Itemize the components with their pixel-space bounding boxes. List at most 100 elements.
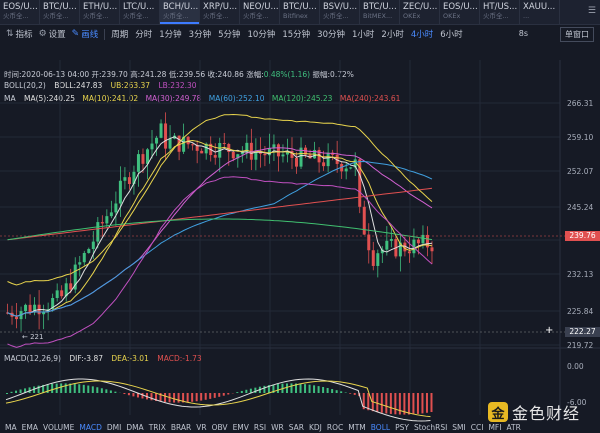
symbol-tab[interactable]: BTC/U... Bitfinex bbox=[280, 0, 320, 24]
indicator-tab[interactable]: DMI bbox=[107, 423, 121, 433]
indicator-tab[interactable]: ATR bbox=[506, 423, 520, 433]
indicator-tab[interactable]: BOLL bbox=[371, 423, 390, 433]
indicator-tab[interactable]: StochRSI bbox=[414, 423, 447, 433]
indicator-bar: MA EMA VOLUME MACD DMI DMA TRIX BRAR VR OBV EMV RSI… bbox=[0, 423, 600, 433]
macd-bar bbox=[371, 393, 374, 412]
tab-exchange: 火币全... bbox=[243, 12, 269, 20]
macd-bar bbox=[204, 393, 207, 400]
tab-exchange: 火币全... bbox=[483, 12, 509, 20]
candle-body bbox=[335, 154, 339, 164]
candle-body bbox=[164, 123, 168, 149]
indicator-tab[interactable]: MFI bbox=[488, 423, 501, 433]
macd-bar bbox=[430, 393, 433, 412]
indicator-tab[interactable]: TRIX bbox=[149, 423, 166, 433]
macd-bar bbox=[87, 385, 90, 393]
macd-bar bbox=[15, 390, 18, 393]
indicator-button[interactable]: ⇅ 指标 bbox=[6, 28, 33, 40]
price-tick: 245.24 bbox=[567, 203, 594, 212]
interval-7[interactable]: 1小时 bbox=[352, 28, 374, 40]
gear-icon: ⚙ bbox=[38, 29, 47, 39]
macd-bar bbox=[326, 387, 329, 393]
indicator-tab[interactable]: BRAR bbox=[171, 423, 191, 433]
macd-bar bbox=[290, 383, 293, 393]
symbol-tab[interactable]: EOS/U... OKEx bbox=[440, 0, 480, 24]
macd-bar bbox=[258, 386, 261, 393]
candle-body bbox=[127, 177, 131, 184]
indicator-tab[interactable]: PSY bbox=[395, 423, 409, 433]
symbol-tab[interactable]: BCH/U... 火币全... bbox=[160, 0, 200, 24]
symbol-tab[interactable]: ZEC/U... OKEx bbox=[400, 0, 440, 24]
speed-button[interactable]: 8s bbox=[519, 29, 528, 38]
symbol-tab[interactable]: BTC/U... 火币全... bbox=[40, 0, 80, 24]
tab-symbol: BTC/U... bbox=[283, 2, 317, 12]
symbol-tab[interactable]: BSV/U... 火币全... bbox=[320, 0, 360, 24]
ma-legend: MA MA(5):240.25 MA(10):241.02 MA(30):249… bbox=[4, 94, 401, 103]
candle-body bbox=[15, 316, 19, 320]
candle-body bbox=[82, 252, 86, 263]
symbol-tab[interactable]: NEO/U... 火币全... bbox=[240, 0, 280, 24]
indicator-tab[interactable]: MACD bbox=[79, 423, 101, 433]
indicator-tab[interactable]: WR bbox=[271, 423, 284, 433]
symbol-tab[interactable]: EOS/U... 火币全... bbox=[0, 0, 40, 24]
window-select[interactable]: 单窗口 bbox=[560, 27, 594, 42]
indicator-tab[interactable]: OBV bbox=[212, 423, 228, 433]
macd-bar bbox=[407, 393, 410, 415]
symbol-tab[interactable]: XAUU...... bbox=[520, 0, 560, 24]
candle-body bbox=[186, 136, 190, 145]
tab-exchange: 火币全... bbox=[3, 12, 29, 20]
draw-button[interactable]: ✎ 画线 bbox=[72, 28, 99, 40]
macd-bar bbox=[340, 391, 343, 393]
macd-bar bbox=[78, 384, 81, 393]
candle-body bbox=[304, 147, 308, 155]
indicator-tab[interactable]: DMA bbox=[126, 423, 143, 433]
candle-body bbox=[182, 136, 186, 152]
tab-exchange: 火币全... bbox=[163, 12, 189, 20]
candle-body bbox=[240, 151, 244, 155]
indicator-tab[interactable]: MTM bbox=[348, 423, 366, 433]
indicator-tab[interactable]: EMA bbox=[22, 423, 38, 433]
candlestick-chart[interactable] bbox=[0, 0, 600, 433]
interval-6[interactable]: 30分钟 bbox=[317, 28, 345, 40]
candle-body bbox=[425, 234, 429, 248]
symbol-tab[interactable]: LTC/U... 火币全... bbox=[120, 0, 160, 24]
symbol-tab[interactable]: HT/US... 火币全... bbox=[480, 0, 520, 24]
macd-bar bbox=[295, 383, 298, 393]
tab-symbol: HT/US... bbox=[483, 2, 518, 12]
indicator-tab[interactable]: RSI bbox=[254, 423, 266, 433]
indicator-tab[interactable]: SAR bbox=[289, 423, 304, 433]
symbol-tab[interactable]: BTC/U... BitMEX... bbox=[360, 0, 400, 24]
tab-symbol: EOS/U... bbox=[3, 2, 38, 12]
interval-1[interactable]: 1分钟 bbox=[159, 28, 181, 40]
macd-bar bbox=[60, 383, 63, 393]
indicator-tab[interactable]: CCI bbox=[471, 423, 484, 433]
candle-body bbox=[349, 167, 353, 169]
macd-bar bbox=[82, 384, 85, 393]
indicator-tab[interactable]: EMV bbox=[233, 423, 249, 433]
symbol-tab[interactable]: XRP/U... 火币全... bbox=[200, 0, 240, 24]
interval-5[interactable]: 15分钟 bbox=[282, 28, 310, 40]
indicator-tab[interactable]: ROC bbox=[327, 423, 343, 433]
interval-0[interactable]: 分时 bbox=[135, 28, 152, 40]
indicator-tab[interactable]: VR bbox=[196, 423, 206, 433]
macd-bar bbox=[285, 383, 288, 393]
indicator-tab[interactable]: KDJ bbox=[309, 423, 322, 433]
interval-10[interactable]: 6小时 bbox=[440, 28, 462, 40]
interval-3[interactable]: 5分钟 bbox=[218, 28, 240, 40]
tab-exchange: OKEx bbox=[403, 12, 421, 20]
interval-2[interactable]: 3分钟 bbox=[189, 28, 211, 40]
interval-9[interactable]: 4小时 bbox=[411, 28, 433, 40]
indicator-tab[interactable]: SMI bbox=[452, 423, 465, 433]
settings-button[interactable]: ⚙ 设置 bbox=[39, 28, 66, 40]
menu-icon[interactable]: ☰ bbox=[588, 6, 596, 16]
candle-body bbox=[55, 290, 59, 299]
indicator-tab[interactable]: VOLUME bbox=[43, 423, 74, 433]
candle-body bbox=[222, 143, 226, 145]
indicator-tab[interactable]: MA bbox=[5, 423, 17, 433]
symbol-tab[interactable]: ETH/U... 火币全... bbox=[80, 0, 120, 24]
interval-4[interactable]: 10分钟 bbox=[248, 28, 276, 40]
interval-8[interactable]: 2小时 bbox=[381, 28, 403, 40]
candle-body bbox=[281, 154, 285, 157]
macd-bar bbox=[33, 386, 36, 393]
macd-bar bbox=[177, 393, 180, 403]
candle-body bbox=[24, 304, 28, 312]
